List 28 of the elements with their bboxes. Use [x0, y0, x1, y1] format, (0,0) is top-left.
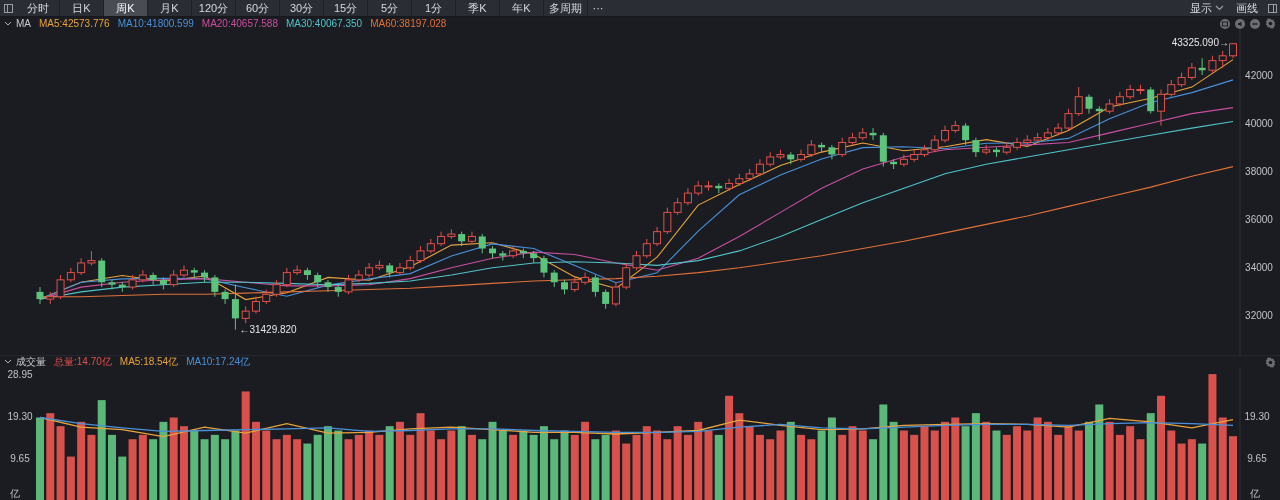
- period-tab[interactable]: 周K: [104, 0, 148, 16]
- ma-legend-value: MA60:38197.028: [370, 18, 447, 29]
- volume-axis-label: 19.30: [7, 411, 33, 423]
- ma-legend-value: MA20:40657.588: [201, 18, 278, 29]
- volume-axis-label: 9.65: [1247, 453, 1267, 465]
- panel-title: 成交量: [16, 355, 46, 369]
- volume-legend-value: 总量:14.70亿: [54, 355, 112, 369]
- price-axis-label: 40000: [1245, 117, 1273, 129]
- price-marker-label: 43325.090→: [1171, 37, 1229, 49]
- price-axis-label: 32000: [1245, 310, 1273, 322]
- price-axis-label: 38000: [1245, 165, 1273, 177]
- volume-axis-label: 28.95: [7, 369, 33, 381]
- ma-legend-value: MA5:42573.776: [39, 18, 110, 29]
- price-axis-label: 42000: [1245, 69, 1273, 81]
- volume-legend-value: MA10:17.24亿: [186, 355, 251, 369]
- unit-label: 亿: [10, 488, 20, 499]
- draw-line-button[interactable]: 画线: [1230, 0, 1264, 16]
- volume-legend-value: MA5:18.54亿: [119, 355, 179, 369]
- ma-legend-value: MA10:41800.599: [117, 18, 194, 29]
- display-menu[interactable]: 显示: [1184, 0, 1230, 16]
- ma-legend-value: MA30:40067.350: [285, 18, 363, 29]
- unit-label: 亿: [1250, 488, 1260, 499]
- price-axis-label: 34000: [1245, 262, 1273, 274]
- volume-axis-label: 9.65: [10, 453, 30, 465]
- price-marker-label: ←31429.820: [239, 323, 297, 335]
- panel-title: MA: [16, 18, 31, 29]
- price-axis-label: 36000: [1245, 214, 1273, 226]
- volume-axis-label: 19.30: [1244, 411, 1270, 423]
